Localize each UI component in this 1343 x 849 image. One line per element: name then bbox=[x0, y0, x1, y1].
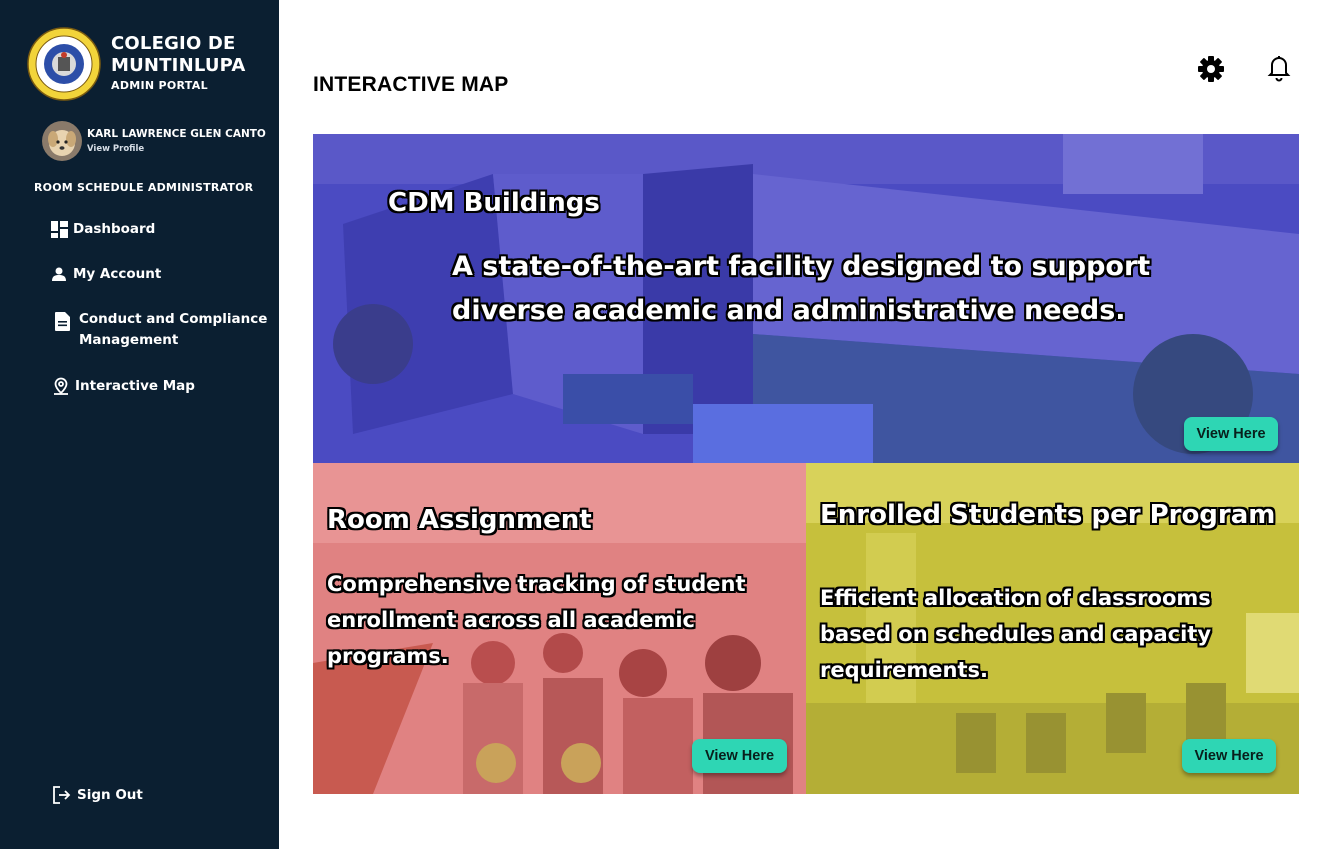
card-title: Enrolled Students per Program bbox=[820, 500, 1276, 530]
role-label: ROOM SCHEDULE ADMINISTRATOR bbox=[34, 181, 254, 194]
nav-dashboard[interactable]: Dashboard bbox=[50, 219, 155, 240]
map-pin-icon bbox=[52, 376, 70, 396]
sidebar: COLEGIO DE MUNTINLUPA ADMIN PORTAL KARL … bbox=[0, 0, 279, 849]
view-room-assignment-button[interactable]: View Here bbox=[692, 739, 787, 773]
college-seal-logo bbox=[27, 27, 101, 101]
user-profile: KARL LAWRENCE GLEN CANTO View Profile bbox=[42, 121, 266, 161]
gear-icon[interactable] bbox=[1195, 53, 1227, 85]
dashboard-icon bbox=[50, 219, 68, 239]
card-description: A state-of-the-art facility designed to … bbox=[452, 251, 1151, 326]
card-description: Efficient allocation of classrooms based… bbox=[820, 586, 1212, 682]
profile-name: KARL LAWRENCE GLEN CANTO bbox=[87, 128, 266, 140]
card-title: Room Assignment bbox=[327, 505, 592, 535]
view-enrolled-students-button[interactable]: View Here bbox=[1182, 739, 1276, 773]
nav-interactive-map-label: Interactive Map bbox=[75, 378, 195, 394]
card-enrolled-students: Enrolled Students per Program Efficient … bbox=[806, 463, 1299, 794]
sign-out-label: Sign Out bbox=[77, 787, 143, 803]
card-room-assignment: Room Assignment Comprehensive tracking o… bbox=[313, 463, 806, 794]
avatar[interactable] bbox=[42, 121, 82, 161]
nav-conduct-compliance-label: Conduct and Compliance Management bbox=[79, 311, 268, 348]
brand: COLEGIO DE MUNTINLUPA ADMIN PORTAL bbox=[27, 27, 251, 101]
card-description: Comprehensive tracking of student enroll… bbox=[327, 572, 746, 668]
portal-label: ADMIN PORTAL bbox=[111, 79, 208, 92]
sign-out-button[interactable]: Sign Out bbox=[52, 785, 143, 805]
nav-conduct-compliance[interactable]: Conduct and Compliance Management bbox=[53, 309, 269, 351]
document-icon bbox=[53, 311, 71, 331]
page-title: INTERACTIVE MAP bbox=[313, 73, 509, 96]
nav-dashboard-label: Dashboard bbox=[73, 221, 156, 237]
nav-my-account-label: My Account bbox=[73, 266, 162, 282]
user-icon bbox=[50, 264, 68, 284]
nav-my-account[interactable]: My Account bbox=[50, 264, 161, 285]
view-buildings-button[interactable]: View Here bbox=[1184, 417, 1278, 451]
nav-interactive-map[interactable]: Interactive Map bbox=[52, 376, 195, 397]
sign-out-icon bbox=[52, 785, 72, 805]
card-title: CDM Buildings bbox=[388, 188, 600, 218]
view-profile-link[interactable]: View Profile bbox=[87, 144, 266, 154]
bell-icon[interactable] bbox=[1263, 51, 1295, 83]
college-name: COLEGIO DE MUNTINLUPA bbox=[111, 33, 246, 76]
card-cdm-buildings: CDM Buildings A state-of-the-art facilit… bbox=[313, 134, 1299, 463]
